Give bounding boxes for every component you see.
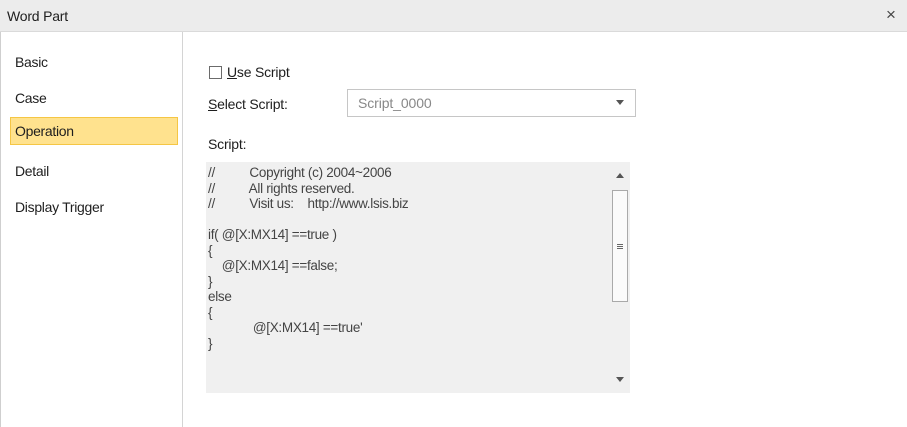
- select-script-mnemonic: S: [208, 96, 218, 112]
- arrow-down-icon[interactable]: [616, 377, 624, 382]
- code-line: }: [208, 273, 213, 289]
- sidebar: Basic Case Operation Detail Display Trig…: [1, 32, 183, 427]
- grip-icon: [617, 244, 623, 245]
- code-line: // Copyright (c) 2004~2006: [208, 165, 392, 180]
- window-title: Word Part: [7, 8, 68, 24]
- code-line: @[X:MX14] ==false;: [208, 258, 338, 273]
- code-line: @[X:MX14] ==true': [208, 320, 363, 335]
- select-script-label-text: elect Script:: [217, 96, 288, 112]
- code-line: {: [208, 304, 213, 320]
- use-script-mnemonic: U: [227, 64, 237, 80]
- code-line: // Visit us: http://www.lsis.biz: [208, 196, 409, 211]
- script-label: Script:: [208, 136, 247, 152]
- script-editor[interactable]: // Copyright (c) 2004~2006 // All rights…: [206, 162, 630, 393]
- code-line: // All rights reserved.: [208, 180, 355, 196]
- sidebar-item-display-trigger[interactable]: Display Trigger: [10, 193, 178, 221]
- use-script-label-text: se Script: [236, 64, 290, 80]
- code-line: if( @[X:MX14] ==true ): [208, 227, 337, 242]
- title-bar: Word Part ×: [0, 0, 907, 32]
- vertical-scrollbar[interactable]: [609, 162, 630, 393]
- close-icon[interactable]: ×: [881, 5, 901, 25]
- code-line: else: [208, 289, 232, 304]
- arrow-up-icon[interactable]: [616, 173, 624, 178]
- sidebar-item-basic[interactable]: Basic: [10, 48, 178, 76]
- script-select-dropdown[interactable]: Script_0000: [347, 89, 636, 117]
- chevron-down-icon[interactable]: [616, 100, 624, 105]
- script-select-value: Script_0000: [358, 95, 432, 111]
- use-script-label[interactable]: Use Script: [227, 64, 290, 80]
- script-code: // Copyright (c) 2004~2006 // All rights…: [208, 165, 606, 351]
- code-line: {: [208, 242, 213, 258]
- sidebar-item-detail[interactable]: Detail: [10, 157, 178, 185]
- use-script-checkbox[interactable]: [209, 66, 222, 79]
- sidebar-item-case[interactable]: Case: [10, 84, 178, 112]
- code-line: }: [208, 335, 213, 351]
- operation-panel: Use Script Select Script: Script_0000 Sc…: [184, 32, 907, 427]
- sidebar-item-operation[interactable]: Operation: [10, 117, 178, 145]
- select-script-label: Select Script:: [208, 96, 288, 112]
- scrollbar-thumb[interactable]: [612, 190, 628, 302]
